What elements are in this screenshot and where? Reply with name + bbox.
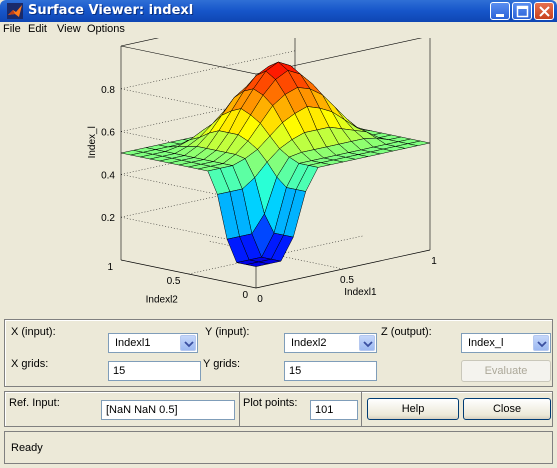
maximize-icon [516,5,529,18]
menu-edit[interactable]: Edit [28,23,47,35]
y-tick-label: 0.5 [167,276,181,287]
maximize-button[interactable] [512,2,532,20]
reference-panel: Ref. Input: [NaN NaN 0.5] Plot points: 1… [4,391,553,427]
axis-box-edge [120,259,257,289]
z-tick-label: 0.8 [101,85,115,96]
y-input-label: Y (input): [205,326,250,338]
z-output-value: Index_l [468,337,504,349]
x-tick-label: 1 [431,256,437,267]
status-bar: Ready [4,431,553,464]
axis-box-edge [120,38,160,47]
menu-options[interactable]: Options [87,23,125,35]
minimize-button[interactable] [490,2,510,20]
plot-points-input[interactable]: 101 [310,400,358,420]
close-icon [539,6,550,17]
window-title: Surface Viewer: indexl [28,3,194,18]
status-text: Ready [11,442,43,454]
chevron-down-icon[interactable] [533,335,549,351]
surface-viewer-window: Surface Viewer: indexl File Edit View Op… [0,0,557,468]
y-input-select[interactable]: Indexl2 [284,333,377,353]
z-output-label: Z (output): [381,326,432,338]
axis-settings-panel: X (input): Indexl1 Y (input): Indexl2 Z … [4,319,553,387]
y-grids-input[interactable]: 15 [284,361,377,381]
x-grids-input[interactable]: 15 [108,361,201,381]
minimize-icon [496,14,504,17]
ref-input-label: Ref. Input: [9,397,60,409]
x-tick-label: 0.5 [340,275,354,286]
z-axis-label: Index_l [87,126,98,158]
x-axis-label: Indexl1 [344,287,377,298]
ref-input-field[interactable]: [NaN NaN 0.5] [101,400,235,420]
surface-plot-area[interactable]: 0.2 0.4 0.6 0.8 0 0.5 1 0 0.5 1 Indexl1 Indexl2 Inde… [6,38,557,315]
x-input-label: X (input): [11,326,56,338]
x-input-select[interactable]: Indexl1 [108,333,198,353]
menu-bar: File Edit View Options [0,22,557,38]
plot-points-label: Plot points: [243,397,298,409]
chevron-down-icon[interactable] [359,335,375,351]
panel-divider [239,392,240,426]
evaluate-button[interactable]: Evaluate [461,360,551,382]
z-tick-label: 0.6 [101,128,115,139]
panel-divider [361,392,362,426]
x-tick-label: 0 [257,294,263,305]
title-bar[interactable]: Surface Viewer: indexl [0,0,557,22]
menu-file[interactable]: File [3,23,21,35]
y-tick-label: 0 [242,290,248,301]
axis-box-edge [120,45,257,75]
x-grids-label: X grids: [11,358,49,370]
surface-plot[interactable]: 0.2 0.4 0.6 0.8 0 0.5 1 0 0.5 1 Indexl1 Indexl2 Inde… [6,38,557,315]
z-tick-label: 0.2 [101,213,115,224]
z-tick-label: 0.4 [101,170,115,181]
help-button[interactable]: Help [367,398,459,420]
menu-view[interactable]: View [57,23,81,35]
y-input-value: Indexl2 [291,337,327,349]
x-input-value: Indexl1 [115,337,151,349]
z-output-select[interactable]: Index_l [461,333,551,353]
matlab-logo-icon [7,3,23,19]
y-tick-label: 1 [107,262,113,273]
chevron-down-icon[interactable] [180,335,196,351]
close-button[interactable]: Close [463,398,551,420]
y-grids-label: Y grids: [203,358,241,370]
close-window-button[interactable] [534,2,554,20]
y-axis-label: Indexl2 [146,295,179,306]
